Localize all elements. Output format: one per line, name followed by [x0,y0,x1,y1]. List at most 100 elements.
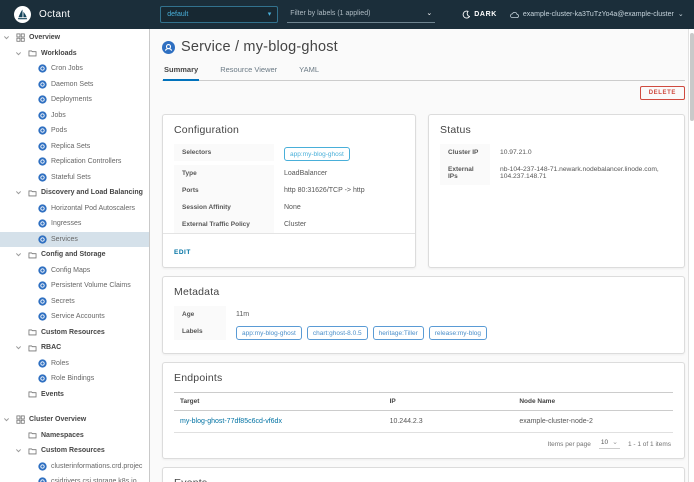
delete-button[interactable]: DELETE [640,86,685,100]
tab[interactable]: YAML [298,65,320,80]
sidebar-item-label: Discovery and Load Balancing [41,189,143,196]
sidebar-item[interactable]: Config Maps [0,263,149,279]
vertical-scrollbar[interactable] [688,29,694,482]
caret-down-icon[interactable] [15,189,27,196]
sidebar-item[interactable]: Custom Resources [0,443,149,459]
sidebar-item-label: Deployments [51,96,92,103]
pagination-bar: Items per page 10 ⌄ 1 - 1 of 1 items [174,433,673,449]
sidebar-item[interactable]: Replica Sets [0,139,149,155]
sidebar-item-label: Config and Storage [41,251,106,258]
metadata-row: Labels app:my-blog-ghostchart:ghost-8.0.… [174,323,673,344]
sidebar-item[interactable]: Overview [0,30,149,46]
sidebar-item[interactable]: Role Bindings [0,371,149,387]
resource-icon [37,203,47,213]
caret-down-icon[interactable] [15,447,27,454]
metadata-row: Age 11m [174,306,673,323]
endpoint-ip: 10.244.2.3 [384,411,514,433]
endpoint-target-link[interactable]: my-blog-ghost-77df85c6cd-vf6dx [180,418,282,425]
caret-down-icon[interactable] [3,34,15,41]
items-per-page-dropdown[interactable]: 10 ⌄ [599,439,620,449]
scrollbar-thumb[interactable] [690,33,694,121]
sidebar-item[interactable]: Jobs [0,108,149,124]
sidebar-item-label: Role Bindings [51,375,94,382]
sidebar-item[interactable]: Replication Controllers [0,154,149,170]
sidebar-item[interactable]: Discovery and Load Balancing [0,185,149,201]
sidebar-item[interactable]: Secrets [0,294,149,310]
sidebar-item[interactable]: Daemon Sets [0,77,149,93]
card-title: Status [440,124,673,136]
label-filter-input[interactable]: Filter by labels (1 applied) ⌄ [287,6,435,23]
overview-icon [15,415,25,425]
tab[interactable]: Summary [163,65,199,81]
resource-icon [37,64,47,74]
sidebar-item[interactable]: Events [0,387,149,403]
endpoint-node: example-cluster-node-2 [513,411,673,433]
sidebar-item[interactable]: Pods [0,123,149,139]
sidebar-item-label: Pods [51,127,67,134]
config-label: Ports [174,182,274,199]
sidebar-item-label: Horizontal Pod Autoscalers [51,205,135,212]
label-badge[interactable]: app:my-blog-ghost [236,326,302,340]
caret-down-icon[interactable] [3,416,15,423]
selector-badge[interactable]: app:my-blog-ghost [284,147,350,161]
app-title: Octant [39,9,70,20]
resource-icon [37,79,47,89]
context-selector[interactable]: example-cluster-ka3TuTzYo4a@example-clus… [510,11,684,19]
config-row: External Traffic Policy Cluster [174,216,404,233]
sidebar-item[interactable]: csidrivers.csi.storage.k8s.io [0,474,149,482]
resource-icon [37,374,47,384]
folder-icon [27,446,37,456]
sidebar-item-label: RBAC [41,344,61,351]
moon-icon [462,10,470,19]
config-value: http 80:31626/TCP -> http [274,182,375,199]
sidebar-item[interactable]: Persistent Volume Claims [0,278,149,294]
config-row: Type LoadBalancer [174,165,404,182]
sidebar-item-label: Jobs [51,112,66,119]
sidebar-item[interactable]: Workloads [0,46,149,62]
sidebar-item[interactable]: Service Accounts [0,309,149,325]
sidebar-item[interactable]: Stateful Sets [0,170,149,186]
card-title: Events [174,477,673,482]
sidebar-item[interactable]: Roles [0,356,149,372]
sidebar-item[interactable]: Services [0,232,149,248]
sidebar-item[interactable]: Config and Storage [0,247,149,263]
sidebar-item[interactable]: Namespaces [0,428,149,444]
sidebar-item-label: Events [41,391,64,398]
config-value: LoadBalancer [274,165,337,182]
sidebar-item-label: Replication Controllers [51,158,121,165]
sidebar-item-label: Persistent Volume Claims [51,282,131,289]
label-badge[interactable]: release:my-blog [429,326,487,340]
sidebar-item[interactable]: Custom Resources [0,325,149,341]
sidebar-item[interactable]: clusterinformations.crd.projec [0,459,149,475]
metadata-badges: app:my-blog-ghost chart:ghost-8.0.5 herita… [226,323,497,344]
resource-icon [37,477,47,482]
resource-icon [37,141,47,151]
folder-icon [27,250,37,260]
sidebar-item-label: Ingresses [51,220,81,227]
theme-label: DARK [474,11,497,18]
config-row: Session Affinity None [174,199,404,216]
theme-toggle[interactable]: DARK [462,10,497,19]
sidebar-item[interactable]: Deployments [0,92,149,108]
namespace-dropdown[interactable]: default ▾ [160,6,278,23]
status-value: nb-104-237-148-71.newark.nodebalancer.li… [490,161,669,185]
sidebar-item[interactable]: Horizontal Pod Autoscalers [0,201,149,217]
tab[interactable]: Resource Viewer [219,65,278,80]
sidebar-item[interactable]: Cluster Overview [0,412,149,428]
config-badges: app:my-blog-ghost [274,144,360,165]
resource-icon [37,157,47,167]
caret-down-icon[interactable] [15,50,27,57]
caret-down-icon[interactable] [15,251,27,258]
sidebar-item[interactable]: RBAC [0,340,149,356]
sidebar-item-label: Cron Jobs [51,65,83,72]
label-badge[interactable]: heritage:Tiller [373,326,424,340]
namespace-value: default [167,11,188,18]
resource-icon [37,110,47,120]
sidebar-item[interactable]: Cron Jobs [0,61,149,77]
status-row: External IPs nb-104-237-148-71.newark.no… [440,161,673,185]
sidebar-item-label: Custom Resources [41,447,105,454]
edit-link[interactable]: EDIT [174,249,191,256]
label-badge[interactable]: chart:ghost-8.0.5 [307,326,368,340]
sidebar-item[interactable]: Ingresses [0,216,149,232]
caret-down-icon[interactable] [15,344,27,351]
